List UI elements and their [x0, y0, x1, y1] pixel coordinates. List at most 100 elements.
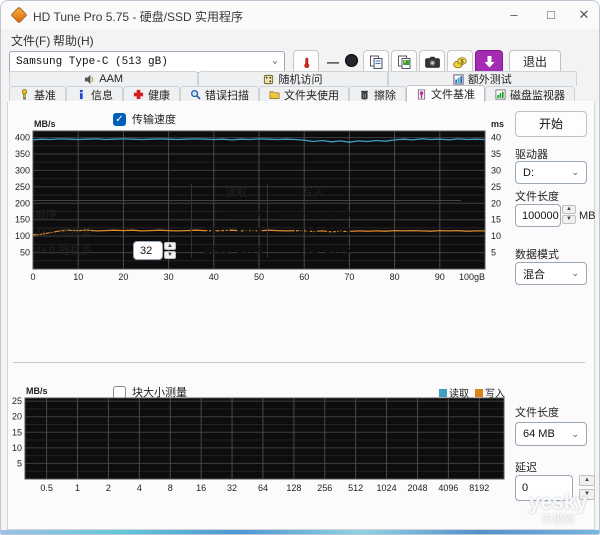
write-value-random-4kb-multi: 751 IOPS [269, 242, 351, 260]
svg-text:30: 30 [491, 165, 501, 175]
stepper-up-icon[interactable]: ▲ [164, 242, 176, 250]
file-benchmark-icon [416, 89, 427, 100]
block-file-length-dropdown[interactable]: 64 MB ⌄ [515, 422, 587, 446]
svg-text:15: 15 [491, 215, 501, 225]
svg-text:90: 90 [435, 272, 445, 282]
tab-row-secondary: AAM 随机访问 额外测试 [9, 71, 577, 86]
copy-image-icon [397, 55, 411, 69]
chevron-down-icon: ⌄ [571, 268, 579, 279]
table-divider [267, 184, 268, 258]
stepper-down-icon[interactable]: ▼ [579, 489, 595, 500]
stepper-up-icon[interactable]: ▲ [579, 475, 595, 486]
tab-disk-monitor[interactable]: 磁盘监视器 [485, 86, 575, 102]
svg-text:8192: 8192 [469, 483, 489, 493]
maximize-button[interactable]: □ [536, 5, 566, 25]
write-value-random-4kb-single: 1085 IOPS [269, 224, 351, 242]
svg-text:32: 32 [227, 483, 237, 493]
tab-label: 随机访问 [278, 71, 322, 87]
benchmark-icon [19, 89, 30, 100]
svg-text:15: 15 [12, 427, 22, 437]
drive-selector-value: Samsung Type-C (513 gB) [16, 56, 168, 68]
delay-value: 0 [522, 482, 528, 494]
svg-text:25: 25 [12, 396, 22, 406]
queue-depth-stepper[interactable]: ▲▼ [164, 242, 176, 259]
delay-label: 延迟 [515, 459, 537, 475]
tab-file-benchmark[interactable]: 文件基准 [406, 85, 485, 102]
drive-dropdown[interactable]: D: ⌄ [515, 161, 587, 184]
tab-info[interactable]: 信息 [66, 86, 123, 102]
tab-random-access[interactable]: 随机访问 [198, 71, 387, 86]
tab-erase[interactable]: 擦除 [349, 86, 406, 102]
delay-input[interactable]: 0 [515, 475, 573, 501]
svg-text:40: 40 [491, 133, 501, 143]
tab-label: 文件基准 [431, 86, 475, 102]
disk-monitor-icon [495, 89, 506, 100]
camera-icon [425, 56, 440, 68]
drive-selector-dropdown[interactable]: Samsung Type-C (513 gB) ⌄ [9, 51, 285, 73]
write-value-sequential: 120616 KB/s [269, 206, 351, 224]
svg-text:MB/s: MB/s [34, 119, 56, 129]
temperature-unit-icon [345, 54, 358, 67]
svg-text:128: 128 [286, 483, 301, 493]
stepper-down-icon[interactable]: ▼ [562, 215, 576, 224]
temperature-value: — [327, 55, 339, 69]
file-length-input[interactable]: 100000 [515, 204, 561, 227]
stepper-down-icon[interactable]: ▼ [164, 251, 176, 259]
svg-text:4: 4 [137, 483, 142, 493]
svg-text:16: 16 [196, 483, 206, 493]
svg-text:50: 50 [254, 272, 264, 282]
minimize-button[interactable]: – [499, 5, 529, 25]
svg-text:1024: 1024 [377, 483, 397, 493]
menu-help[interactable]: 帮助(H) [53, 32, 94, 49]
file-length-unit: MB [579, 210, 596, 222]
svg-text:MB/s: MB/s [26, 386, 48, 396]
download-arrow-icon [483, 55, 496, 69]
svg-text:1: 1 [75, 483, 80, 493]
queue-depth-input[interactable]: 32 [133, 241, 163, 260]
random-access-icon [263, 74, 274, 85]
svg-text:80: 80 [390, 272, 400, 282]
menu-file[interactable]: 文件(F) [11, 32, 50, 49]
svg-text:35: 35 [491, 149, 501, 159]
error-scan-icon [190, 89, 201, 100]
folder-usage-icon [269, 89, 280, 100]
toolbar: Samsung Type-C (513 gB) ⌄ — [1, 49, 599, 71]
svg-text:ms: ms [491, 119, 504, 129]
chevron-down-icon: ⌄ [571, 167, 579, 178]
aam-icon [84, 74, 95, 85]
start-button[interactable]: 开始 [515, 111, 587, 137]
window-bottom-edge [1, 530, 599, 534]
title-bar[interactable]: HD Tune Pro 5.75 - 硬盘/SSD 实用程序 – □ ✕ [1, 1, 599, 29]
app-window: HD Tune Pro 5.75 - 硬盘/SSD 实用程序 – □ ✕ 文件(… [0, 0, 600, 535]
data-mode-dropdown[interactable]: 混合 ⌄ [515, 262, 587, 285]
svg-text:100gB: 100gB [459, 272, 485, 282]
row-label-sequential: 顺序 [35, 206, 145, 224]
block-file-length-label: 文件长度 [515, 404, 559, 420]
chevron-down-icon: ⌄ [571, 429, 579, 440]
tab-health[interactable]: 健康 [123, 86, 180, 102]
block-file-length-value: 64 MB [523, 428, 555, 440]
stepper-up-icon[interactable]: ▲ [562, 205, 576, 214]
file-length-stepper[interactable]: ▲ ▼ [562, 205, 576, 224]
svg-text:2: 2 [106, 483, 111, 493]
drive-label: 驱动器 [515, 146, 548, 162]
window-title: HD Tune Pro 5.75 - 硬盘/SSD 实用程序 [33, 8, 243, 25]
svg-text:512: 512 [348, 483, 363, 493]
tab-benchmark[interactable]: 基准 [9, 86, 66, 102]
close-button[interactable]: ✕ [569, 5, 599, 25]
svg-text:0.5: 0.5 [40, 483, 53, 493]
read-value-random-4kb-multi: 2859 IOPS [193, 242, 263, 260]
health-icon [133, 89, 144, 100]
tab-error-scan[interactable]: 错误扫描 [180, 86, 259, 102]
svg-text:2048: 2048 [407, 483, 427, 493]
tab-aam[interactable]: AAM [9, 71, 198, 86]
row-label-random-4kb-single: 4KB 随机单 [35, 224, 145, 242]
delay-stepper[interactable]: ▲ ▼ [579, 475, 595, 500]
thermometer-icon [301, 57, 312, 68]
svg-text:60: 60 [299, 272, 309, 282]
info-icon [76, 89, 87, 100]
tab-folder-usage[interactable]: 文件夹使用 [259, 86, 349, 102]
read-value-random-4kb-single: 2519 IOPS [193, 224, 263, 242]
svg-text:10: 10 [491, 231, 501, 241]
tab-extra-tests[interactable]: 额外测试 [388, 71, 577, 86]
